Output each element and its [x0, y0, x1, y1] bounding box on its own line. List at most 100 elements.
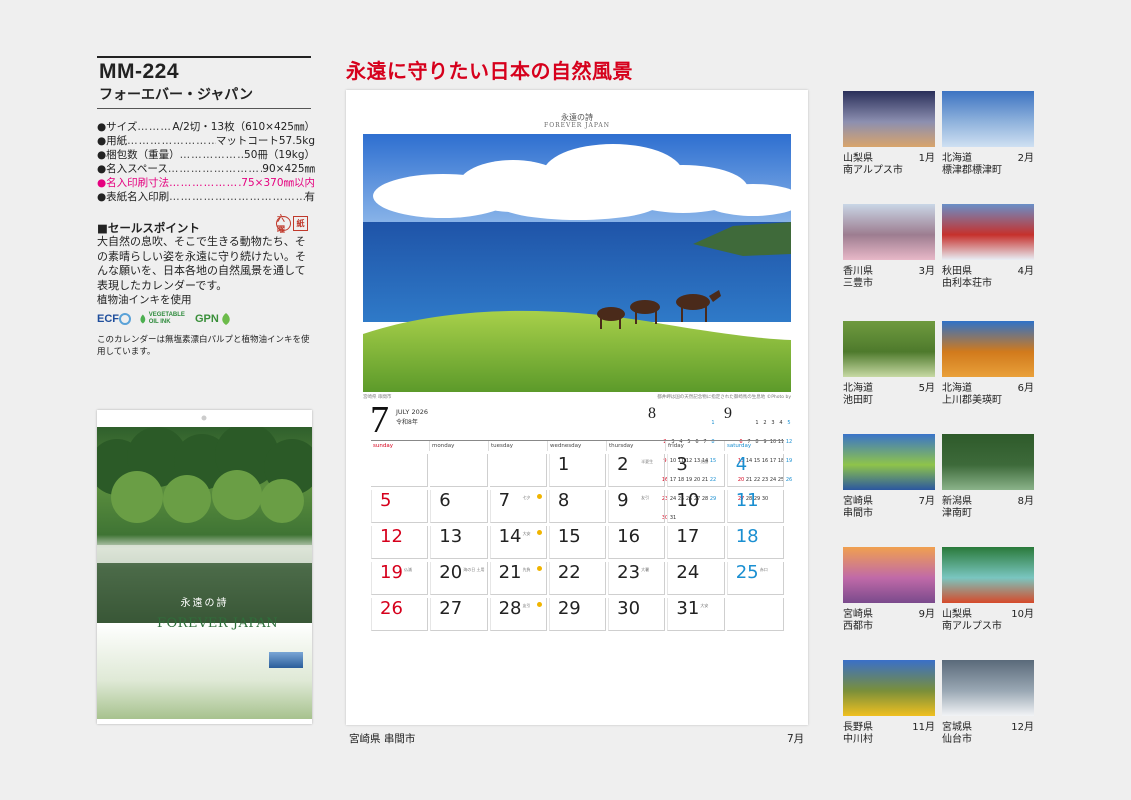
month-grid: sunday monday tuesday wednesday thursday frid… — [371, 440, 784, 631]
day-number: 30 — [617, 598, 641, 619]
day-cell: 12 — [371, 526, 429, 559]
day-cell: 22 — [548, 562, 607, 595]
mini-day: 19 — [785, 458, 793, 464]
spec-label: ●名入印刷寸法 — [97, 177, 170, 189]
thumbnail-prefecture: 北海道 — [942, 153, 972, 164]
mini-month-number: 9 — [724, 405, 732, 422]
thumbnail-city: 標津郡標津町 — [942, 165, 1002, 176]
thumbnail-month: 11月 — [912, 722, 935, 733]
day-cell: 25 赤口 — [726, 562, 784, 595]
thumbnail-city: 由利本荘市 — [942, 278, 992, 289]
spec-value: A/2切・13枚（610×425㎜） — [172, 121, 315, 133]
spec-value: 75×370㎜以内 — [241, 177, 315, 189]
day-number: 28 — [498, 598, 522, 619]
month-era: 令和8年 — [396, 419, 418, 426]
thumbnail-month: 6月 — [1017, 383, 1034, 394]
day-cell: 4 — [726, 454, 784, 487]
photo-caption-right: 都井岬は国の天然記念物に指定された御崎馬の生息地 ©Photo by — [657, 395, 791, 400]
day-cell: 7 七夕 — [489, 490, 547, 523]
mini-day: 26 — [785, 477, 793, 483]
day-number: 13 — [439, 526, 463, 547]
paper-badge: 紙 — [293, 216, 308, 231]
day-cell: 31 大安 — [667, 598, 725, 631]
thumbnail-prefecture: 北海道 — [942, 383, 972, 394]
thumbnail-city: 南アルプス市 — [942, 621, 1002, 632]
day-number: 1 — [557, 454, 570, 475]
weekday-label: sunday — [371, 441, 430, 451]
ink-note: 植物油インキを使用 — [97, 294, 192, 306]
mini-day: 12 — [785, 439, 793, 445]
thumbnail-month: 9月 — [918, 609, 935, 620]
thumbnail-caption: 北海道 6月上川郡美瑛町 — [942, 383, 1034, 409]
month-thumbnail: 北海道 5月 池田町 — [843, 321, 935, 409]
day-number: 27 — [439, 598, 463, 619]
day-number: 29 — [557, 598, 581, 619]
weekday-label: friday — [666, 441, 725, 451]
thumbnail-caption: 宮崎県 7月 串間市 — [843, 496, 935, 522]
thumbnail-photo — [843, 434, 935, 490]
day-note: 赤口 — [759, 567, 768, 572]
day-cell: 15 — [548, 526, 607, 559]
sheet-caption-month: 7月 — [787, 733, 805, 745]
day-number: 12 — [380, 526, 403, 547]
thumbnail-photo — [942, 547, 1034, 603]
day-number: 25 — [735, 562, 759, 583]
day-note: 大安 — [700, 603, 709, 608]
thumbnail-month: 10月 — [1011, 609, 1034, 620]
month-thumbnail: 秋田県 4月 由利本荘市 — [942, 204, 1034, 292]
divider — [97, 108, 311, 109]
day-note: 先勝 — [700, 459, 709, 464]
thumbnail-prefecture: 山梨県 — [942, 609, 972, 620]
spec-label: ●梱包数（重量） — [97, 149, 180, 161]
day-number: 17 — [676, 526, 700, 547]
thumbnail-caption: 新潟県 8月 津南町 — [942, 496, 1034, 522]
thumbnail-photo — [843, 321, 935, 377]
thumbnail-photo — [942, 204, 1034, 260]
moon-phase-icon — [536, 566, 542, 571]
sheet-logo-en: FOREVER JAPAN — [544, 122, 610, 129]
day-number: 22 — [557, 562, 581, 583]
thumbnail-city: 池田町 — [843, 395, 873, 406]
spec-label: ●名入スペース — [97, 163, 168, 175]
day-cell: 5 — [371, 490, 429, 523]
thumbnail-caption: 長野県 11月 中川村 — [843, 722, 935, 748]
day-cell: 2 半夏生 — [608, 454, 666, 487]
day-note: 先負 — [522, 567, 531, 572]
thumbnail-prefecture: 長野県 — [843, 722, 873, 733]
thumbnail-city: 上川郡美瑛町 — [942, 395, 1002, 406]
weekday-label: wednesday — [548, 441, 607, 451]
thumbnail-city: 仙台市 — [942, 734, 972, 745]
month-thumbnail: 北海道 2月 標津郡標津町 — [942, 91, 1034, 179]
day-cell — [489, 454, 547, 487]
day-number: 3 — [676, 454, 688, 475]
spec-leader: …………………………………………………… — [169, 177, 241, 189]
thumbnail-city: 串間市 — [843, 508, 873, 519]
day-cell: 29 — [548, 598, 607, 631]
spec-leader: …………………………………………………… — [127, 135, 216, 147]
day-number: 6 — [439, 490, 451, 511]
month-thumbnail: 北海道 6月上川郡美瑛町 — [942, 321, 1034, 409]
day-cell: 18 — [726, 526, 784, 559]
spec-value: 50冊（19kg） — [244, 149, 315, 161]
moon-phase-icon — [536, 602, 542, 607]
day-cell — [430, 454, 488, 487]
month-thumbnail: 宮崎県 9月 西都市 — [843, 547, 935, 635]
thumbnail-month: 4月 — [1017, 266, 1034, 277]
spec-leader: …………………………………………………… — [167, 163, 262, 175]
day-note: 大安 — [522, 531, 531, 536]
day-cell: 24 — [667, 562, 725, 595]
spec-list: ●サイズ……………………………………………………A/2切・13枚（610×425… — [97, 120, 315, 204]
thumbnail-photo — [843, 204, 935, 260]
thumbnail-photo — [942, 660, 1034, 716]
thumbnail-photo — [942, 434, 1034, 490]
day-note: 海の日 土用 — [463, 567, 485, 572]
day-number: 26 — [380, 598, 403, 619]
day-number: 2 — [617, 454, 629, 475]
thumbnail-month: 7月 — [918, 496, 935, 507]
day-cell: 19 仏滅 — [371, 562, 429, 595]
day-cell: 30 — [608, 598, 666, 631]
spec-row: ●名入印刷寸法……………………………………………………75×370㎜以内 — [97, 176, 315, 190]
cover-title: 永遠の詩 — [180, 598, 229, 609]
weekday-label: monday — [430, 441, 489, 451]
spec-value: 90×425㎜ — [262, 163, 315, 175]
